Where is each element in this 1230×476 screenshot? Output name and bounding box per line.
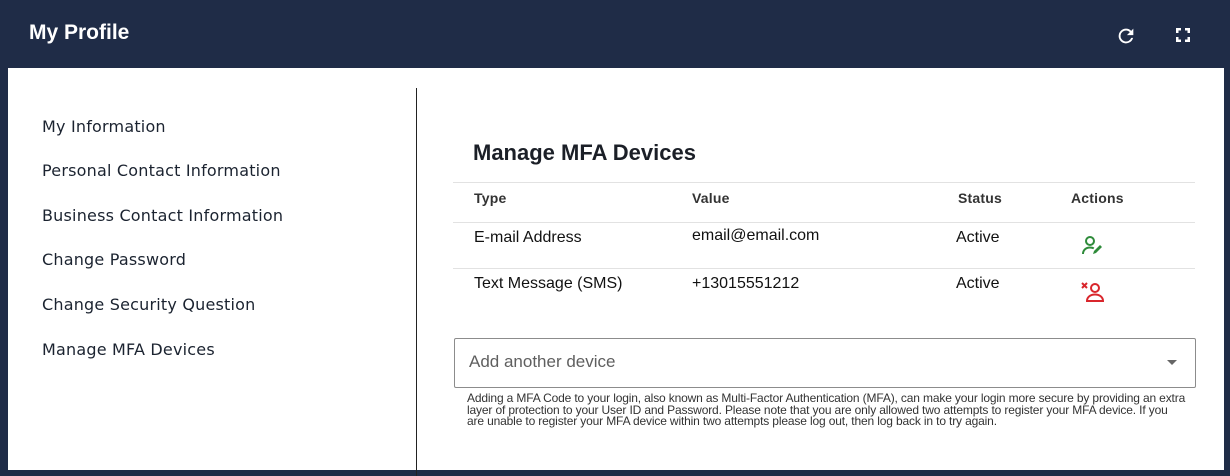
sidebar-item-change-password[interactable]: Change Password	[42, 250, 186, 269]
sidebar-item-change-security-question[interactable]: Change Security Question	[42, 295, 256, 314]
table-divider	[453, 182, 1195, 183]
edit-user-icon	[1082, 236, 1102, 255]
section-title: Manage MFA Devices	[473, 140, 696, 165]
fullscreen-button[interactable]	[1173, 25, 1197, 49]
refresh-button[interactable]	[1115, 25, 1139, 49]
remove-device-button[interactable]	[1080, 281, 1106, 303]
page-title: My Profile	[29, 21, 130, 44]
row-1-value: email@email.com	[692, 227, 820, 244]
table-divider	[453, 268, 1195, 269]
add-device-dropdown[interactable]: Add another device	[454, 338, 1196, 388]
column-header-value: Value	[692, 190, 730, 206]
sidebar-item-my-information[interactable]: My Information	[42, 117, 166, 136]
edit-device-button[interactable]	[1081, 235, 1107, 257]
fullscreen-icon	[1176, 28, 1190, 42]
caret-down-icon	[1167, 360, 1177, 365]
column-header-actions: Actions	[1071, 190, 1124, 206]
row-1-type: E-mail Address	[474, 229, 582, 246]
table-divider	[453, 222, 1195, 223]
sidebar-item-personal-contact[interactable]: Personal Contact Information	[42, 161, 281, 180]
row-2-status: Active	[956, 275, 1000, 292]
row-2-type: Text Message (SMS)	[474, 275, 623, 292]
sidebar-item-manage-mfa[interactable]: Manage MFA Devices	[42, 340, 215, 359]
header-bar: My Profile	[1, 1, 1230, 68]
remove-user-icon	[1081, 282, 1105, 302]
row-2-value: +13015551212	[692, 275, 800, 292]
refresh-icon	[1118, 28, 1134, 44]
column-header-type: Type	[474, 190, 507, 206]
column-header-status: Status	[958, 190, 1002, 206]
sidebar-item-business-contact[interactable]: Business Contact Information	[42, 206, 283, 225]
row-1-status: Active	[956, 229, 1000, 246]
add-device-placeholder: Add another device	[469, 352, 616, 371]
mfa-help-text: Adding a MFA Code to your login, also kn…	[467, 391, 1186, 428]
